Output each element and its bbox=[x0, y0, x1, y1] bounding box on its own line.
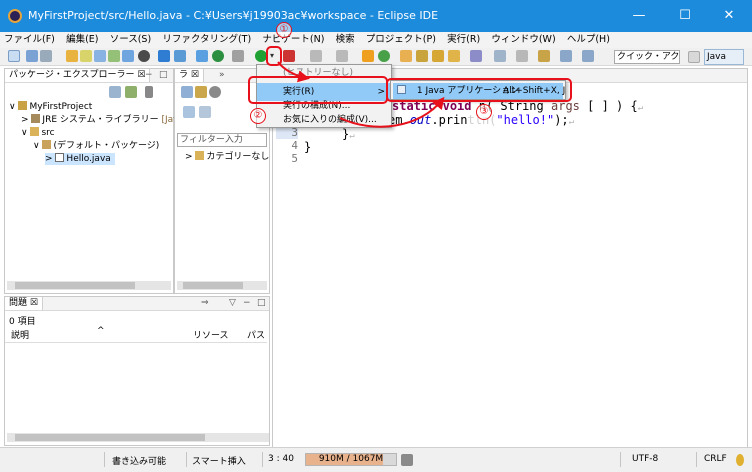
status-insert-mode: スマート挿入 bbox=[192, 457, 246, 467]
status-separator bbox=[104, 452, 105, 467]
status-writable: 書き込み可能 bbox=[112, 457, 167, 467]
status-bar: 書き込み可能 スマート挿入 3 : 40 910M / 1067M UTF-8 … bbox=[0, 447, 752, 472]
tip-icon[interactable] bbox=[736, 454, 744, 466]
status-separator bbox=[186, 452, 187, 467]
annotation-arrows bbox=[277, 61, 445, 128]
arrow-step-2 bbox=[339, 96, 445, 128]
status-cursor-position: 3 : 40 bbox=[268, 454, 294, 464]
heap-usage-text: 910M / 1067M bbox=[318, 454, 384, 464]
status-separator bbox=[696, 452, 697, 467]
status-separator bbox=[620, 452, 621, 467]
status-line-delimiter: CRLF bbox=[704, 454, 727, 464]
status-encoding: UTF-8 bbox=[632, 454, 659, 464]
status-separator bbox=[262, 452, 263, 467]
garbage-collect-icon[interactable] bbox=[401, 454, 413, 466]
arrow-step-1 bbox=[277, 61, 310, 83]
heap-status[interactable]: 910M / 1067M bbox=[305, 453, 397, 466]
